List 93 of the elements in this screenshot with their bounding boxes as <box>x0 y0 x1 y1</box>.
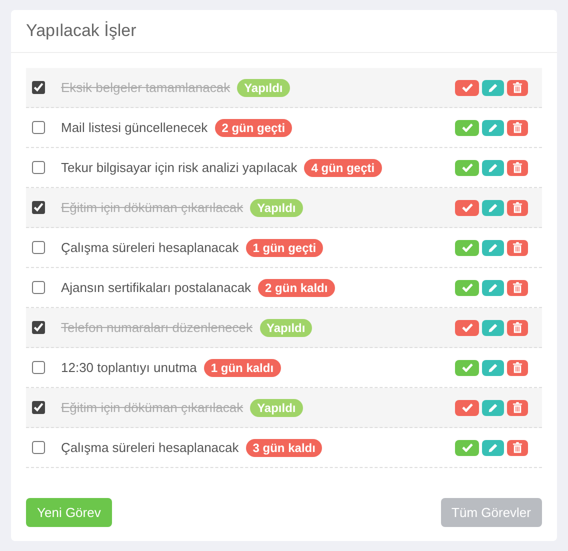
check-icon <box>462 203 472 212</box>
pencil-icon <box>488 82 498 92</box>
pencil-icon <box>488 362 498 372</box>
complete-button[interactable] <box>455 240 479 256</box>
task-text: Eğitim için döküman çıkarılacak <box>61 198 244 217</box>
status-badge: 2 gün geçti <box>214 118 292 136</box>
trash-icon <box>513 242 522 253</box>
complete-button[interactable] <box>455 400 479 416</box>
status-badge: Yapıldı <box>250 198 303 216</box>
trash-icon <box>513 122 522 133</box>
edit-button[interactable] <box>482 400 504 416</box>
check-icon <box>462 403 472 412</box>
complete-button[interactable] <box>455 120 479 136</box>
new-task-button[interactable]: Yeni Görev <box>26 498 112 527</box>
all-tasks-button[interactable]: Tüm Görevler <box>440 498 542 527</box>
trash-icon <box>513 442 522 453</box>
pencil-icon <box>488 442 498 452</box>
task-text: Telefon numaraları düzenlenecek <box>61 318 253 337</box>
task-text: 12:30 toplantıyı unutma <box>61 358 197 377</box>
trash-icon <box>513 362 522 373</box>
pencil-icon <box>488 162 498 172</box>
status-badge: 1 gün geçti <box>246 238 324 256</box>
pencil-icon <box>488 402 498 412</box>
complete-button[interactable] <box>455 80 479 96</box>
edit-button[interactable] <box>482 160 504 176</box>
status-badge: Yapıldı <box>260 318 312 336</box>
task-checkbox[interactable] <box>32 401 45 414</box>
task-text: Tekur bilgisayar için risk analizi yapılacak <box>61 158 298 177</box>
status-badge: Yapıldı <box>237 78 290 96</box>
task-checkbox[interactable] <box>32 441 45 454</box>
trash-icon <box>513 202 522 213</box>
delete-button[interactable] <box>507 200 528 216</box>
task-checkbox[interactable] <box>32 241 45 254</box>
task-text: Mail listesi güncellenecek <box>61 118 208 137</box>
delete-button[interactable] <box>507 440 528 456</box>
check-icon <box>462 283 472 292</box>
task-text: Eğitim için döküman çıkarılacak <box>61 398 244 417</box>
complete-button[interactable] <box>455 440 479 456</box>
edit-button[interactable] <box>482 320 504 336</box>
delete-button[interactable] <box>507 320 528 336</box>
edit-button[interactable] <box>482 280 504 296</box>
trash-icon <box>513 162 522 173</box>
task-checkbox[interactable] <box>32 201 45 214</box>
panel-title: Yapılacak İşler <box>26 20 136 42</box>
task-checkbox[interactable] <box>32 161 45 174</box>
pencil-icon <box>488 202 498 212</box>
edit-button[interactable] <box>482 440 504 456</box>
task-text: Ajansın sertifikaları postalanacak <box>61 278 252 297</box>
delete-button[interactable] <box>507 400 528 416</box>
complete-button[interactable] <box>455 160 479 176</box>
edit-button[interactable] <box>482 80 504 96</box>
status-badge: Yapıldı <box>250 398 303 416</box>
check-icon <box>462 363 472 372</box>
task-checkbox[interactable] <box>32 321 45 334</box>
task-text: Çalışma süreleri hesaplanacak <box>61 238 239 257</box>
pencil-icon <box>488 242 498 252</box>
delete-button[interactable] <box>507 160 528 176</box>
delete-button[interactable] <box>507 80 528 96</box>
check-icon <box>462 323 472 332</box>
delete-button[interactable] <box>507 240 528 256</box>
edit-button[interactable] <box>482 120 504 136</box>
check-icon <box>462 443 472 452</box>
trash-icon <box>513 82 522 93</box>
trash-icon <box>513 322 522 333</box>
trash-icon <box>513 282 522 293</box>
pencil-icon <box>488 282 498 292</box>
edit-button[interactable] <box>482 200 504 216</box>
task-checkbox[interactable] <box>32 281 45 294</box>
check-icon <box>462 83 472 92</box>
status-badge: 4 gün geçti <box>304 158 382 176</box>
edit-button[interactable] <box>482 240 504 256</box>
check-icon <box>462 243 472 252</box>
status-badge: 3 gün kaldı <box>246 438 322 456</box>
pencil-icon <box>488 122 498 132</box>
status-badge: 2 gün kaldı <box>258 278 335 296</box>
trash-icon <box>513 402 522 413</box>
complete-button[interactable] <box>455 320 479 336</box>
task-text: Eksik belgeler tamamlanacak <box>61 78 230 97</box>
edit-button[interactable] <box>482 360 504 376</box>
delete-button[interactable] <box>507 120 528 136</box>
complete-button[interactable] <box>455 360 479 376</box>
task-checkbox[interactable] <box>32 361 45 374</box>
check-icon <box>462 123 472 132</box>
status-badge: 1 gün kaldı <box>204 358 281 376</box>
task-text: Çalışma süreleri hesaplanacak <box>61 438 239 457</box>
delete-button[interactable] <box>507 280 528 296</box>
task-checkbox[interactable] <box>32 121 45 134</box>
check-icon <box>462 163 472 172</box>
task-checkbox[interactable] <box>32 81 45 94</box>
pencil-icon <box>488 322 498 332</box>
complete-button[interactable] <box>455 280 479 296</box>
complete-button[interactable] <box>455 200 479 216</box>
delete-button[interactable] <box>507 360 528 376</box>
